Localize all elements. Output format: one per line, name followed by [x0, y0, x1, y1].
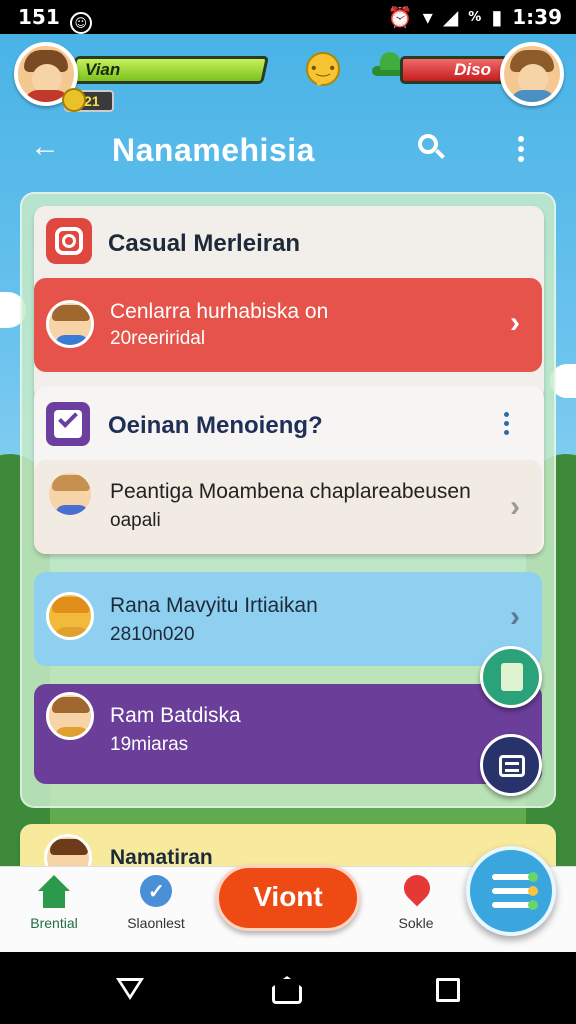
- play-button[interactable]: Viont: [216, 865, 360, 931]
- list-item-subtitle: 20reeriridal: [110, 328, 206, 349]
- nav-home-label: Brential: [30, 915, 78, 931]
- list-item-subtitle: 19miaras: [110, 734, 189, 755]
- list-fab-button[interactable]: [480, 734, 542, 796]
- back-arrow-icon[interactable]: ←: [30, 130, 60, 164]
- player-level: 21: [84, 93, 100, 109]
- system-home-icon[interactable]: [272, 976, 302, 1004]
- section-title: Casual Merleiran: [108, 230, 301, 257]
- status-bar: 151 ☺ ⏰ ▾ ◢ % ▮ 1:39: [0, 0, 576, 34]
- alarm-icon: ⏰: [387, 5, 413, 29]
- home-icon: [36, 875, 72, 909]
- nav-home[interactable]: Brential: [4, 875, 104, 931]
- page-title: Nanamehisia: [112, 132, 315, 168]
- search-icon[interactable]: [418, 134, 446, 162]
- emote-chat-icon[interactable]: •‿•: [306, 52, 340, 86]
- list-item-title: Rana Mavyitu Irtiaikan: [110, 594, 318, 617]
- avatar: [46, 300, 94, 348]
- status-notification-count: 151: [18, 5, 60, 29]
- list-item-title: Ram Batdiska: [110, 704, 241, 727]
- list-item[interactable]: Ram Batdiska 19miaras: [34, 684, 542, 784]
- chat-icon: [138, 875, 174, 909]
- chevron-right-icon: ›: [510, 306, 520, 339]
- battery-percent: %: [468, 9, 482, 25]
- player-name: Vian: [85, 60, 121, 79]
- status-left: 151 ☺: [18, 5, 92, 34]
- list-item[interactable]: Rana Mavyitu Irtiaikan 2810n020 ›: [34, 572, 542, 666]
- system-nav-bar: [0, 952, 576, 1024]
- game-scene: Vian 21 •‿• Diso ← Nanamehisia Casual Me…: [0, 34, 576, 952]
- nav-social[interactable]: Sokle: [366, 869, 466, 931]
- status-clock: 1:39: [512, 5, 562, 29]
- coin-icon: [62, 88, 86, 112]
- wifi-icon: ▾: [422, 5, 433, 29]
- list-item-title: Cenlarra hurhabiska on: [110, 300, 329, 323]
- camera-app-icon: [46, 218, 92, 264]
- notes-fab-button[interactable]: [480, 646, 542, 708]
- nav-social-label: Sokle: [398, 915, 434, 931]
- list-item-subtitle: 2810n020: [110, 624, 195, 645]
- avatar: [46, 592, 94, 640]
- chevron-right-icon: ›: [510, 490, 520, 523]
- location-pin-icon: [398, 869, 436, 909]
- menu-fab-button[interactable]: [466, 846, 556, 936]
- chevron-right-icon: ›: [510, 600, 520, 633]
- list-item-title: Peantiga Moambena chaplareabeusen: [110, 480, 471, 503]
- more-options-icon[interactable]: [518, 136, 526, 166]
- game-hud: Vian 21 •‿• Diso: [0, 34, 576, 114]
- list-item[interactable]: Peantiga Moambena chaplareabeusen oapali…: [34, 460, 542, 554]
- system-back-icon[interactable]: [116, 978, 144, 1000]
- system-recents-icon[interactable]: [436, 978, 460, 1002]
- avatar: [46, 470, 94, 518]
- notification-icon: ☺: [69, 12, 92, 34]
- list-item[interactable]: Cenlarra hurhabiska on 20reeriridal ›: [34, 278, 542, 372]
- list-item-subtitle: oapali: [110, 510, 161, 531]
- signal-icon: ◢: [442, 5, 459, 29]
- player-health-bar: Vian: [69, 56, 269, 84]
- opponent-name: Diso: [454, 60, 491, 79]
- checkbox-icon: [46, 402, 90, 446]
- nav-messages-label: Slaonlest: [127, 915, 185, 931]
- battery-icon: ▮: [491, 5, 503, 29]
- question-title: Oeinan Menoieng?: [108, 412, 323, 439]
- opponent-avatar[interactable]: [500, 42, 564, 106]
- app-header: ← Nanamehisia: [0, 114, 576, 190]
- nav-messages[interactable]: Slaonlest: [106, 875, 206, 931]
- more-options-icon[interactable]: [504, 412, 510, 439]
- avatar: [46, 692, 94, 740]
- status-right: ⏰ ▾ ◢ % ▮ 1:39: [388, 5, 562, 29]
- opponent-health-bar: Diso: [400, 56, 508, 84]
- player-level-badge: 21: [62, 88, 114, 112]
